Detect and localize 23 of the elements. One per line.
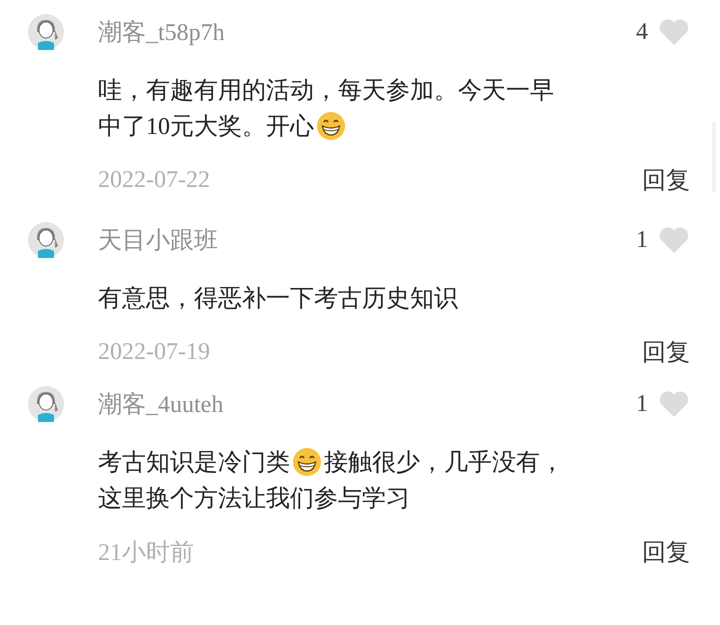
- like-count: 1: [636, 226, 648, 254]
- like-count: 4: [636, 18, 648, 46]
- comment-text: 中了10元大奖。开心: [98, 112, 314, 142]
- comment-text: 有意思，得恶补一下考古历史知识: [98, 284, 458, 314]
- reply-link[interactable]: 回复: [642, 336, 690, 368]
- heart-icon[interactable]: [658, 390, 690, 418]
- avatar-icon[interactable]: [28, 222, 64, 258]
- heart-icon[interactable]: [658, 226, 690, 254]
- avatar-icon[interactable]: [28, 14, 64, 50]
- comment-text: 这里换个方法让我们参与学习: [98, 484, 410, 514]
- comment-date: 2022-07-19: [98, 338, 210, 366]
- avatar-icon[interactable]: [28, 386, 64, 422]
- grinning-face-icon: [316, 111, 346, 141]
- heart-icon[interactable]: [658, 18, 690, 46]
- comment-text: 哇，有趣有用的活动，每天参加。今天一早: [98, 77, 554, 106]
- comment-text: 接触很少，几乎没有，: [324, 449, 564, 478]
- comment-text: 考古知识是冷门类: [98, 448, 290, 478]
- grinning-face-icon: [292, 447, 322, 477]
- reply-link[interactable]: 回复: [642, 536, 690, 568]
- reply-link[interactable]: 回复: [642, 164, 690, 196]
- comment-date: 21小时前: [98, 539, 194, 568]
- comment-date: 2022-07-22: [98, 166, 210, 194]
- like-count: 1: [636, 390, 648, 418]
